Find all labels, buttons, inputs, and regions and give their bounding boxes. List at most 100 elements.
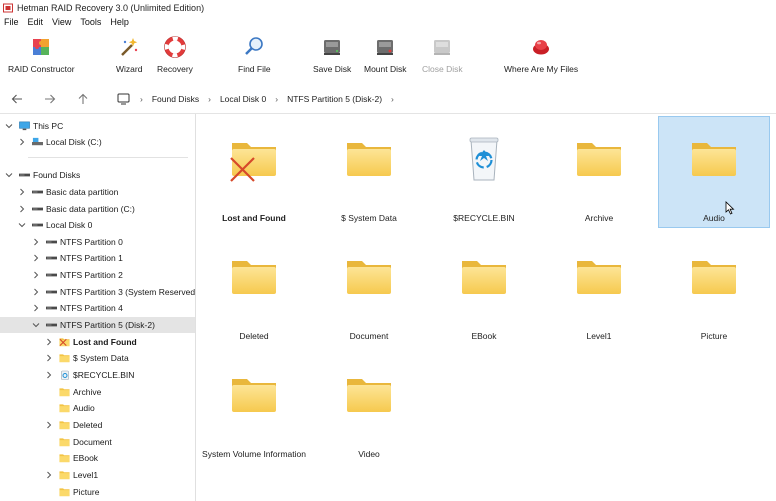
- menu-help[interactable]: Help: [110, 17, 129, 27]
- tree-label: Picture: [73, 487, 100, 497]
- back-arrow-icon[interactable]: [9, 91, 25, 107]
- tree-item-ntfs-partition-4[interactable]: NTFS Partition 4: [0, 300, 195, 316]
- recovery-button[interactable]: Recovery: [157, 36, 193, 74]
- chevron-down-icon[interactable]: [5, 122, 13, 130]
- item-audio[interactable]: Audio: [658, 116, 770, 228]
- chevron-right-icon[interactable]: [45, 371, 53, 379]
- help-bulb-icon: [530, 36, 552, 58]
- item-document[interactable]: Document: [313, 234, 425, 346]
- item-system-volume-information[interactable]: System Volume Information: [198, 352, 310, 464]
- folder-icon: [59, 387, 70, 397]
- chevron-right-icon[interactable]: [45, 338, 53, 346]
- item-lost-and-found[interactable]: Lost and Found: [198, 116, 310, 228]
- tree-item-document[interactable]: Document: [0, 434, 195, 450]
- menu-file[interactable]: File: [4, 17, 19, 27]
- menu-view[interactable]: View: [52, 17, 71, 27]
- tree-item-archive[interactable]: Archive: [0, 384, 195, 400]
- tree-item-ebook[interactable]: EBook: [0, 450, 195, 466]
- tree-item-ntfs-partition-1[interactable]: NTFS Partition 1: [0, 250, 195, 266]
- recovery-label: Recovery: [157, 64, 193, 74]
- where-are-my-files-button[interactable]: Where Are My Files: [504, 36, 578, 74]
- chevron-down-icon[interactable]: [32, 321, 40, 329]
- item-label: Lost and Found: [222, 213, 286, 223]
- find-file-button[interactable]: Find File: [238, 36, 271, 74]
- wizard-button[interactable]: Wizard: [116, 36, 142, 74]
- breadcrumb-ntfs-partition-5[interactable]: NTFS Partition 5 (Disk-2): [287, 94, 382, 104]
- chevron-right-icon[interactable]: [45, 354, 53, 362]
- breadcrumb: › Found Disks › Local Disk 0 › NTFS Part…: [118, 92, 403, 106]
- tree-label: This PC: [33, 121, 64, 131]
- chevron-right-icon[interactable]: [32, 304, 40, 312]
- chevron-right-icon[interactable]: [32, 254, 40, 262]
- menu-edit[interactable]: Edit: [28, 17, 44, 27]
- chevron-down-icon[interactable]: [5, 171, 13, 179]
- tree-item-local-disk-c[interactable]: Local Disk (C:): [0, 134, 195, 150]
- tree-item-ntfs-partition-0[interactable]: NTFS Partition 0: [0, 234, 195, 250]
- tree-label: Local Disk (C:): [46, 137, 102, 147]
- tree-item-deleted[interactable]: Deleted: [0, 417, 195, 433]
- chevron-right-icon[interactable]: [32, 288, 40, 296]
- folder-icon: [59, 453, 70, 463]
- item-level1[interactable]: Level1: [543, 234, 655, 346]
- menu-tools[interactable]: Tools: [80, 17, 101, 27]
- raid-constructor-button[interactable]: RAID Constructor: [8, 36, 75, 74]
- tree-label: NTFS Partition 0: [60, 237, 123, 247]
- tree-item-this-pc[interactable]: This PC: [0, 118, 195, 134]
- tree-item-picture[interactable]: Picture: [0, 484, 195, 500]
- tree-item-found-disks[interactable]: Found Disks: [0, 167, 195, 183]
- tree-item-basic-data-partition[interactable]: Basic data partition: [0, 184, 195, 200]
- chevron-down-icon[interactable]: [18, 221, 26, 229]
- item-ebook[interactable]: EBook: [428, 234, 540, 346]
- item-archive[interactable]: Archive: [543, 116, 655, 228]
- tree-item-ntfs-partition-3[interactable]: NTFS Partition 3 (System Reserved): [0, 284, 195, 300]
- close-disk-button[interactable]: Close Disk: [422, 36, 463, 74]
- chevron-right-icon[interactable]: [32, 271, 40, 279]
- find-file-label: Find File: [238, 64, 271, 74]
- save-disk-label: Save Disk: [313, 64, 352, 74]
- tree-item-level1[interactable]: Level1: [0, 467, 195, 483]
- item-video[interactable]: Video: [313, 352, 425, 464]
- tree-item-system-data[interactable]: $ System Data: [0, 350, 195, 366]
- file-view: Lost and Found $ System Data $RECYCLE.BI…: [196, 114, 776, 501]
- mount-disk-button[interactable]: Mount Disk: [364, 36, 407, 74]
- save-disk-button[interactable]: Save Disk: [313, 36, 351, 74]
- chevron-right-icon[interactable]: [18, 188, 26, 196]
- tree-label: Local Disk 0: [46, 220, 93, 230]
- folder-tree: This PC Local Disk (C:) Found Disks Basi…: [0, 114, 195, 501]
- mount-disk-icon: [374, 36, 396, 58]
- item-label: Document: [349, 331, 389, 341]
- tree-label: Level1: [73, 470, 99, 480]
- tree-item-ntfs-partition-5[interactable]: NTFS Partition 5 (Disk-2): [0, 317, 195, 333]
- item-system-data[interactable]: $ System Data: [313, 116, 425, 228]
- item-label: Deleted: [239, 331, 269, 341]
- breadcrumb-found-disks[interactable]: Found Disks: [152, 94, 199, 104]
- chevron-right-icon[interactable]: [45, 421, 53, 429]
- item-picture[interactable]: Picture: [658, 234, 770, 346]
- tree-item-ntfs-partition-2[interactable]: NTFS Partition 2: [0, 267, 195, 283]
- tree-item-lost-and-found[interactable]: Lost and Found: [0, 334, 195, 350]
- tree-item-basic-data-partition-c[interactable]: Basic data partition (C:): [0, 201, 195, 217]
- tree-item-audio[interactable]: Audio: [0, 400, 195, 416]
- forward-arrow-icon[interactable]: [42, 91, 58, 107]
- item-recycle-bin[interactable]: $RECYCLE.BIN: [428, 116, 540, 228]
- tree-item-recycle-bin[interactable]: $RECYCLE.BIN: [0, 367, 195, 383]
- folder-icon: [692, 143, 736, 176]
- item-label: Picture: [700, 331, 728, 341]
- close-disk-icon: [431, 36, 453, 58]
- hetman-app-icon: [3, 3, 13, 12]
- up-arrow-icon[interactable]: [75, 91, 91, 107]
- breadcrumb-dropdown-icon[interactable]: ›: [391, 94, 394, 104]
- chevron-right-icon[interactable]: [18, 205, 26, 213]
- folder-icon: [347, 143, 391, 176]
- folder-icon: [692, 261, 736, 294]
- tree-item-local-disk-0[interactable]: Local Disk 0: [0, 217, 195, 233]
- system-drive-icon: [32, 137, 43, 147]
- breadcrumb-local-disk-0[interactable]: Local Disk 0: [220, 94, 266, 104]
- window-title: Hetman RAID Recovery 3.0 (Unlimited Edit…: [17, 2, 205, 13]
- chevron-right-icon[interactable]: [18, 138, 26, 146]
- chevron-right-icon[interactable]: [32, 238, 40, 246]
- navigation-bar: › Found Disks › Local Disk 0 › NTFS Part…: [0, 87, 776, 111]
- tree-label: Lost and Found: [73, 337, 137, 347]
- item-deleted[interactable]: Deleted: [198, 234, 310, 346]
- chevron-right-icon[interactable]: [45, 471, 53, 479]
